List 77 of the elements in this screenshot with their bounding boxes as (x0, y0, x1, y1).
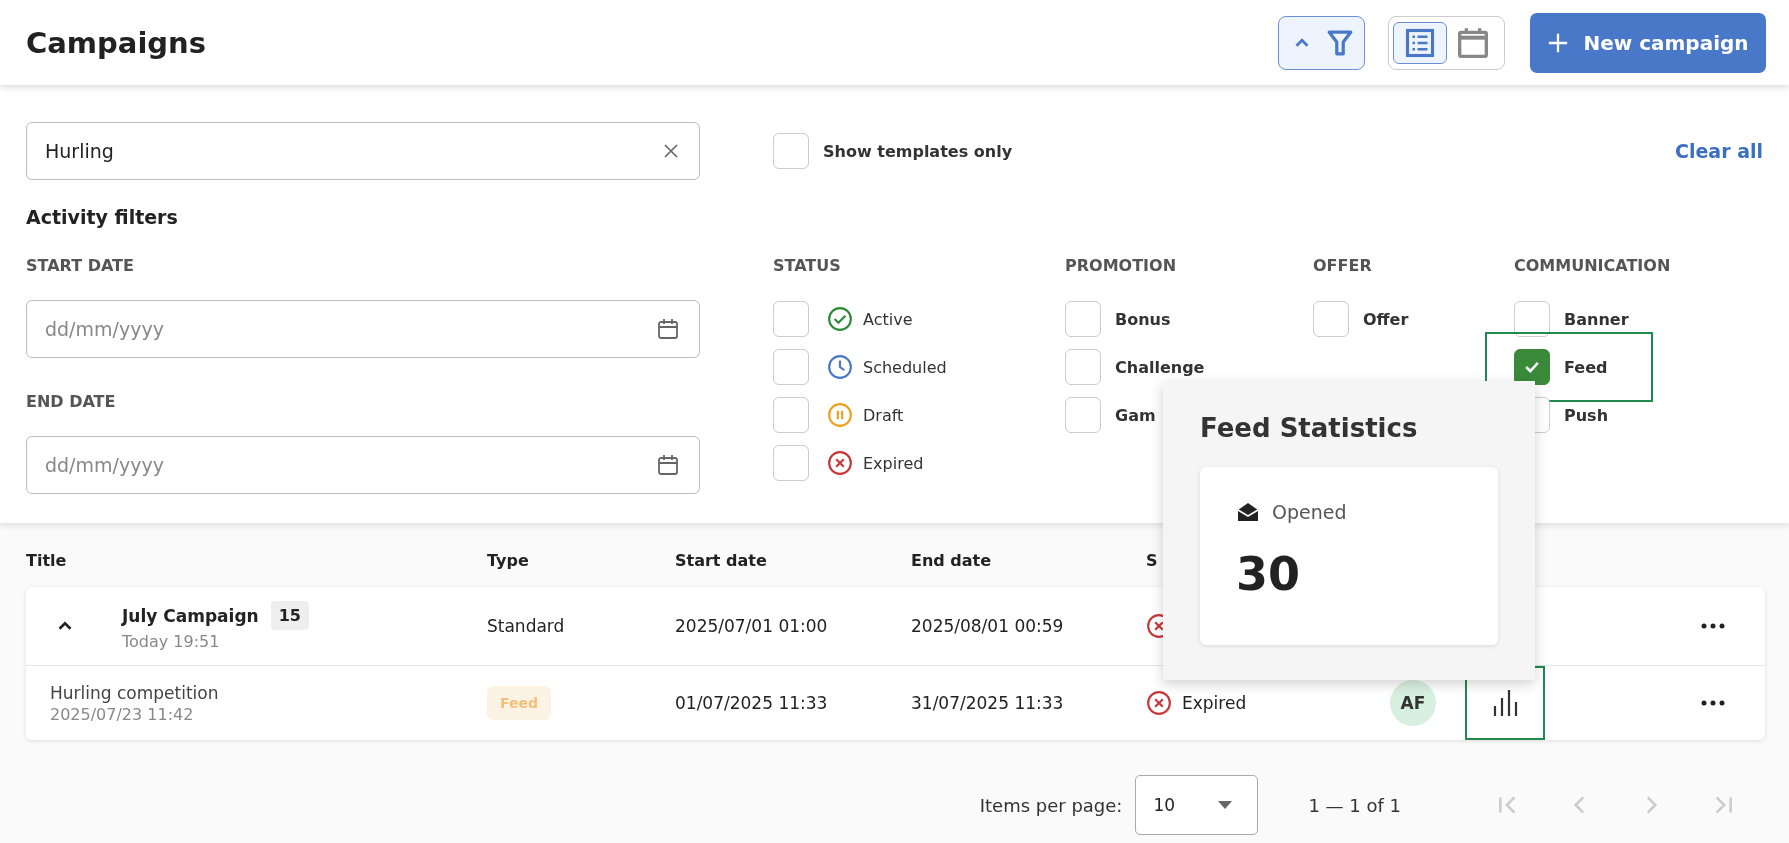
checkbox[interactable] (1065, 301, 1101, 337)
popover-title: Feed Statistics (1200, 413, 1419, 443)
avatar: AF (1390, 680, 1436, 726)
column-header: S (1146, 550, 1159, 570)
checkbox[interactable] (1514, 301, 1550, 337)
more-options-icon[interactable] (1701, 699, 1725, 707)
filter-group-title: STATUS (773, 256, 842, 276)
new-campaign-button[interactable]: New campaign (1530, 12, 1766, 73)
type-tag: Feed (487, 686, 551, 720)
checkbox-label: Banner (1564, 309, 1629, 329)
clear-search-icon[interactable] (662, 142, 680, 160)
end-date-field[interactable]: dd/mm/yyyy (26, 436, 700, 494)
plus-icon (1547, 31, 1570, 54)
date-cell-text: 2025/08/01 00:59 (911, 616, 1065, 636)
items-per-page-label: Items per page: (979, 794, 1123, 816)
date-cell-text: 2025/07/01 01:00 (675, 616, 829, 636)
checkbox[interactable] (1065, 349, 1101, 385)
more-options-icon[interactable] (1701, 622, 1725, 630)
checkbox[interactable] (1065, 397, 1101, 433)
bar-chart-icon (1492, 688, 1518, 718)
list-view-button[interactable] (1393, 21, 1447, 64)
field-label: END DATE (26, 392, 117, 412)
checkbox-label: Expired (863, 453, 924, 473)
checkbox[interactable] (773, 445, 809, 481)
section-title: Activity filters (26, 206, 179, 228)
checkbox-label: Challenge (1115, 357, 1205, 377)
campaign-title: July Campaign (122, 605, 259, 626)
clear-all-link[interactable]: Clear all (1675, 140, 1763, 162)
checkbox[interactable] (1514, 349, 1550, 385)
calendar-icon[interactable] (656, 453, 680, 477)
checkbox-label: Feed (1564, 357, 1608, 377)
clock-icon (827, 354, 853, 380)
column-header: Start date (675, 550, 768, 570)
date-cell-text: 01/07/2025 11:33 (675, 693, 829, 713)
checkbox[interactable] (773, 349, 809, 385)
calendar-icon[interactable] (656, 317, 680, 341)
metric-label: Opened (1272, 501, 1347, 523)
filter-group-title: OFFER (1313, 256, 1373, 276)
metric-value: 30 (1236, 547, 1301, 601)
search-field[interactable]: Hurling (26, 122, 700, 180)
checkbox[interactable] (773, 301, 809, 337)
filter-icon (1326, 28, 1353, 57)
checkbox-label: Scheduled (863, 357, 947, 377)
page-range: 1 — 1 of 1 (1308, 794, 1401, 816)
checkbox-label: Push (1564, 405, 1609, 425)
campaign-time: Today 19:51 (122, 632, 221, 651)
field-label: START DATE (26, 256, 135, 276)
checkbox-label: Active (863, 309, 913, 329)
x-circle-icon (827, 450, 853, 476)
filter-group-title: PROMOTION (1065, 256, 1178, 276)
date-cell-text: 31/07/2025 11:33 (911, 693, 1065, 713)
campaign-title: Hurling competition (50, 682, 219, 703)
page-title: Campaigns (26, 25, 206, 60)
column-header: End date (911, 550, 993, 570)
filter-toggle-button[interactable] (1278, 15, 1365, 70)
column-header: Type (487, 550, 530, 570)
page-size-select[interactable]: 10 (1135, 775, 1259, 835)
campaign-time: 2025/07/23 11:42 (50, 704, 195, 724)
checkbox-label: Gam (1115, 405, 1156, 425)
checkbox-label: Show templates only (823, 141, 1013, 161)
pause-circle-icon (827, 402, 853, 428)
x-circle-icon (1146, 690, 1172, 716)
type-cell-text: Standard (487, 616, 566, 636)
count-badge: 15 (270, 601, 309, 630)
checkbox-label: Offer (1363, 309, 1409, 329)
status-label: Expired (1182, 693, 1247, 713)
checkbox[interactable] (1313, 301, 1349, 337)
checkbox[interactable] (773, 397, 809, 433)
envelope-icon (1236, 501, 1260, 523)
filter-group-title: COMMUNICATION (1514, 256, 1671, 276)
column-header: Title (26, 550, 68, 570)
caret-icon (1217, 800, 1234, 810)
checkbox-label: Bonus (1115, 309, 1171, 329)
checkbox[interactable] (773, 133, 809, 169)
check-circle-icon (827, 306, 853, 332)
checkbox-label: Draft (863, 405, 904, 425)
start-date-field[interactable]: dd/mm/yyyy (26, 300, 700, 358)
